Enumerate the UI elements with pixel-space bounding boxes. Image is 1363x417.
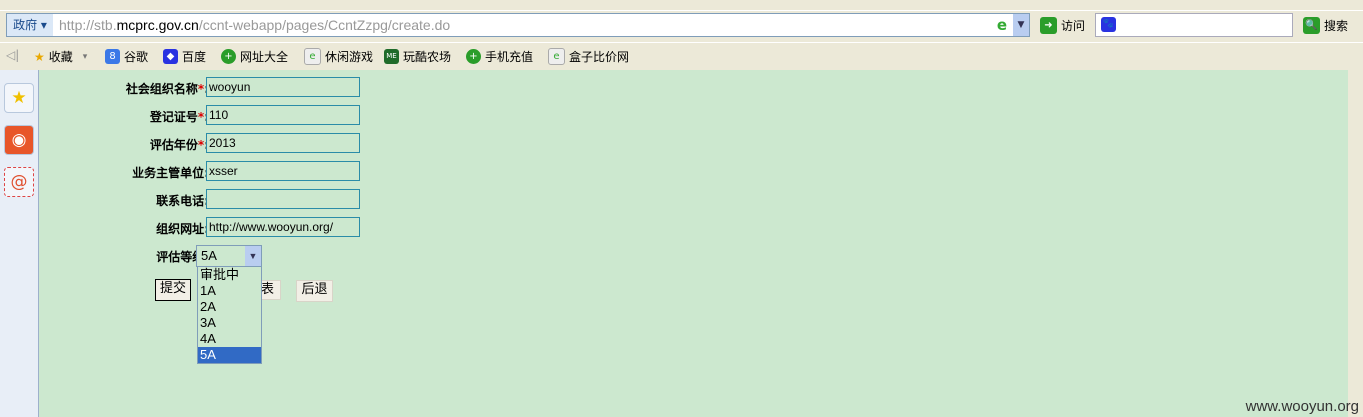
phone-label: 联系电话: [156,194,209,208]
website-label: 组织网址: [156,222,209,236]
url-history-dropdown[interactable]: ▼ [1013,14,1029,36]
favorites-bar: ◁| ★ 收藏 ▾ 8 谷歌 ◆ 百度 + 网址大全 e 休闲游戏 ME 玩酷农场 + 手机充值… [0,42,1363,71]
chevron-down-icon: ▼ [245,246,261,266]
grade-option[interactable]: 5A [198,347,261,363]
eval-year-input[interactable]: 2013 [206,133,360,153]
grade-option[interactable]: 1A [198,283,261,299]
reg-number-label: 登记证号*: [149,110,209,124]
ie-page-icon: e [304,48,321,65]
favorite-link-baidu[interactable]: ◆ 百度 [163,48,206,65]
back-button[interactable]: 后退 [296,280,333,302]
favorite-link-games[interactable]: e 休闲游戏 [304,48,373,65]
eval-year-label: 评估年份*: [149,138,209,152]
favorite-link-recharge[interactable]: + 手机充值 [466,48,533,65]
go-button[interactable]: ➜ 访问 [1040,17,1085,34]
grade-label: 评估等级: [156,250,209,264]
plus-icon: + [221,49,236,64]
submit-button[interactable]: 提交 [155,279,191,301]
favorite-link-google[interactable]: 8 谷歌 [105,48,148,65]
baidu-icon: ◆ [163,49,178,64]
authority-input[interactable]: xsser [206,161,360,181]
back-arrow-icon[interactable]: ◁| [6,48,19,62]
grade-select[interactable]: 5A ▼ [196,245,262,267]
mail-icon[interactable]: @ [4,167,34,197]
star-icon: ★ [34,49,45,64]
google-icon: 8 [105,49,120,64]
search-button[interactable]: 🔍 搜索 [1303,17,1348,34]
reg-number-input[interactable]: 110 [206,105,360,125]
favorite-link-hao[interactable]: + 网址大全 [221,48,288,65]
plus-icon: + [466,49,481,64]
address-input[interactable]: 政府 ▾ http://stb.mcprc.gov.cn/ccnt-webapp… [6,13,1030,37]
scrollbar[interactable] [1348,70,1363,417]
org-name-label: 社会组织名称*: [125,82,209,96]
grade-option[interactable]: 2A [198,299,261,315]
org-name-input[interactable]: wooyun [206,77,360,97]
arrow-right-icon: ➜ [1040,17,1057,34]
favorites-star-icon[interactable]: ★ [4,83,34,113]
favorite-link-compare[interactable]: e 盒子比价网 [548,48,629,65]
me-icon: ME [384,49,399,64]
grade-option[interactable]: 3A [198,315,261,331]
ie-page-icon: e [548,48,565,65]
grade-dropdown-list[interactable]: 审批中 1A 2A 3A 4A 5A [197,266,262,364]
form-page: 社会组织名称*: 登记证号*: 评估年份*: 业务主管单位: 联系电话: 组织网… [39,70,1348,417]
collect-button[interactable]: ★ 收藏 ▾ [34,48,87,65]
search-icon: 🔍 [1303,17,1320,34]
phone-input[interactable] [206,189,360,209]
favorite-link-farm[interactable]: ME 玩酷农场 [384,48,451,65]
authority-label: 业务主管单位: [132,166,209,180]
grade-option[interactable]: 4A [198,331,261,347]
weibo-icon[interactable]: ◉ [4,125,34,155]
watermark: www.wooyun.org [1245,398,1359,415]
grade-option[interactable]: 审批中 [198,267,261,283]
search-input[interactable]: 🐾 [1095,13,1293,37]
website-input[interactable]: http://www.wooyun.org/ [206,217,360,237]
baidu-icon: 🐾 [1101,17,1116,32]
ie-icon: e [996,16,1007,34]
url-text: http://stb.mcprc.gov.cn/ccnt-webapp/page… [59,17,451,33]
scope-dropdown[interactable]: 政府 ▾ [7,14,53,36]
sidebar: ★ ◉ @ [0,70,39,417]
